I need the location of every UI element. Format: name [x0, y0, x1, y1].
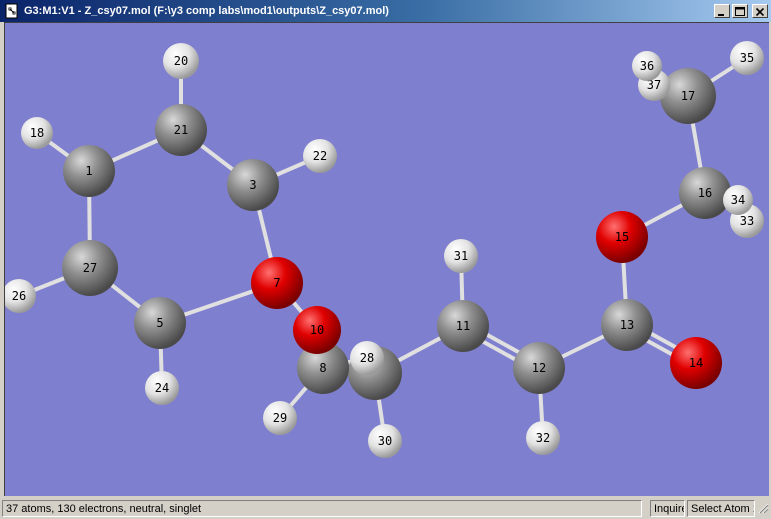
maximize-button[interactable]	[732, 4, 748, 18]
atom-24[interactable]: 24	[145, 371, 179, 405]
atom-label: 29	[273, 411, 287, 425]
atom-17[interactable]: 17	[660, 68, 716, 124]
atom-3[interactable]: 3	[227, 159, 279, 211]
atom-label: 17	[681, 89, 695, 103]
atom-label: 3	[249, 178, 256, 192]
status-bar: 37 atoms, 130 electrons, neutral, single…	[0, 497, 771, 519]
atom-16[interactable]: 16	[679, 167, 731, 219]
atom-32[interactable]: 32	[526, 421, 560, 455]
window-title: G3:M1:V1 - Z_csy07.mol (F:\y3 comp labs\…	[24, 5, 389, 17]
resize-grip-icon[interactable]	[757, 502, 769, 514]
atom-label: 11	[456, 319, 470, 333]
atom-label: 31	[454, 249, 468, 263]
atom-label: 16	[698, 186, 712, 200]
atom-26[interactable]: 26	[5, 279, 36, 313]
atom-29[interactable]: 29	[263, 401, 297, 435]
atom-label: 34	[731, 193, 745, 207]
atom-label: 1	[85, 164, 92, 178]
status-mode: Inquire	[650, 499, 685, 517]
atom-31[interactable]: 31	[444, 239, 478, 273]
atom-15[interactable]: 15	[596, 211, 648, 263]
minimize-icon	[718, 14, 724, 16]
atom-18[interactable]: 18	[21, 117, 53, 149]
atom-label: 35	[740, 51, 754, 65]
atom-label: 18	[30, 126, 44, 140]
atom-21[interactable]: 21	[155, 104, 207, 156]
atom-label: 27	[83, 261, 97, 275]
atom-label: 36	[640, 59, 654, 73]
atom-28[interactable]: 28	[350, 341, 384, 375]
atom-label: 13	[620, 318, 634, 332]
maximize-icon	[735, 7, 745, 16]
atom-label: 10	[310, 323, 324, 337]
atom-7[interactable]: 7	[251, 257, 303, 309]
atom-label: 14	[689, 356, 703, 370]
atom-5[interactable]: 5	[134, 297, 186, 349]
atom-35[interactable]: 35	[730, 41, 764, 75]
atom-label: 20	[174, 54, 188, 68]
atom-label: 24	[155, 381, 169, 395]
atom-label: 33	[740, 214, 754, 228]
close-button[interactable]	[752, 4, 768, 18]
atom-label: 8	[319, 361, 326, 375]
molecule-viewport[interactable]: 17 27 1 3 5 7 8 11 12 13 14 15 16 21 10 20 22 24 26 28 29 30 3…	[4, 22, 769, 496]
close-icon	[755, 7, 765, 17]
title-bar[interactable]: G3:M1:V1 - Z_csy07.mol (F:\y3 comp labs\…	[0, 0, 771, 22]
atom-label: 21	[174, 123, 188, 137]
status-select-atom: Select Atom 1	[687, 499, 755, 517]
atom-30[interactable]: 30	[368, 424, 402, 458]
atom-label: 15	[615, 230, 629, 244]
atom-label: 30	[378, 434, 392, 448]
atom-27[interactable]: 27	[62, 240, 118, 296]
atom-label: 12	[532, 361, 546, 375]
gaussview-app-icon[interactable]	[4, 3, 20, 19]
atom-12[interactable]: 12	[513, 342, 565, 394]
molecule-canvas[interactable]: 1727135781112131415162110202224262829303…	[5, 23, 770, 497]
atom-label: 22	[313, 149, 327, 163]
atom-label: 7	[273, 276, 280, 290]
atom-11[interactable]: 11	[437, 300, 489, 352]
minimize-button[interactable]	[714, 4, 730, 18]
status-message: 37 atoms, 130 electrons, neutral, single…	[2, 499, 642, 517]
atom-label: 5	[156, 316, 163, 330]
atom-1[interactable]: 1	[63, 145, 115, 197]
atom-22[interactable]: 22	[303, 139, 337, 173]
atom-14[interactable]: 14	[670, 337, 722, 389]
atom-label: 26	[12, 289, 26, 303]
atom-34[interactable]: 34	[723, 185, 753, 215]
atom-20[interactable]: 20	[163, 43, 199, 79]
atom-label: 28	[360, 351, 374, 365]
atom-label: 32	[536, 431, 550, 445]
atom-10[interactable]: 10	[293, 306, 341, 354]
atom-13[interactable]: 13	[601, 299, 653, 351]
atom-36[interactable]: 36	[632, 51, 662, 81]
